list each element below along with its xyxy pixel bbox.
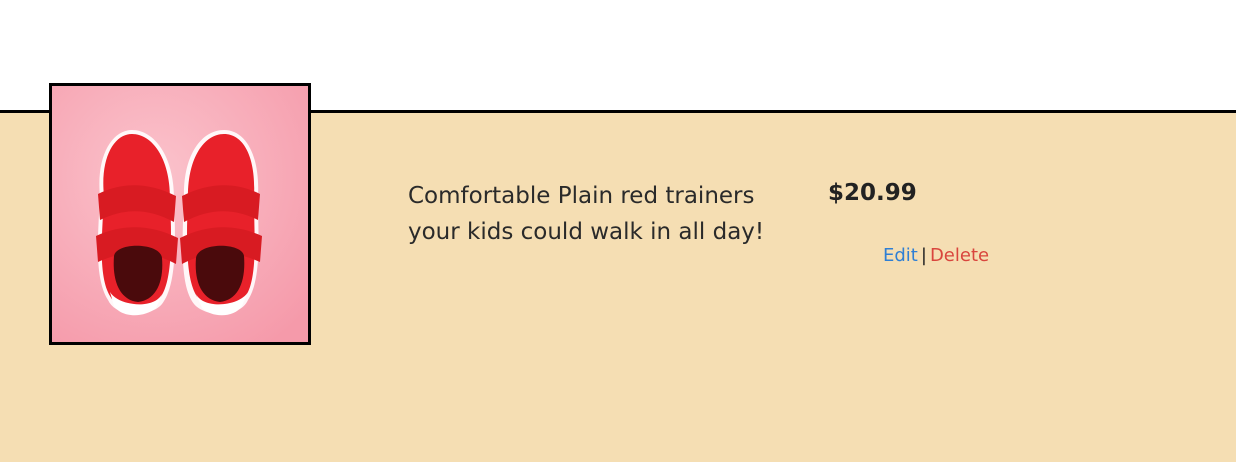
page: Comfortable Plain red trainers your kids…: [0, 0, 1236, 462]
product-image: [49, 83, 311, 345]
product-price: $20.99: [828, 180, 917, 206]
product-description: Comfortable Plain red trainers your kids…: [408, 183, 765, 245]
product-actions: Edit | Delete: [883, 245, 989, 266]
red-trainers-image-icon: [52, 86, 308, 342]
action-separator: |: [920, 245, 927, 266]
edit-link[interactable]: Edit: [883, 245, 918, 266]
delete-link[interactable]: Delete: [930, 245, 989, 266]
